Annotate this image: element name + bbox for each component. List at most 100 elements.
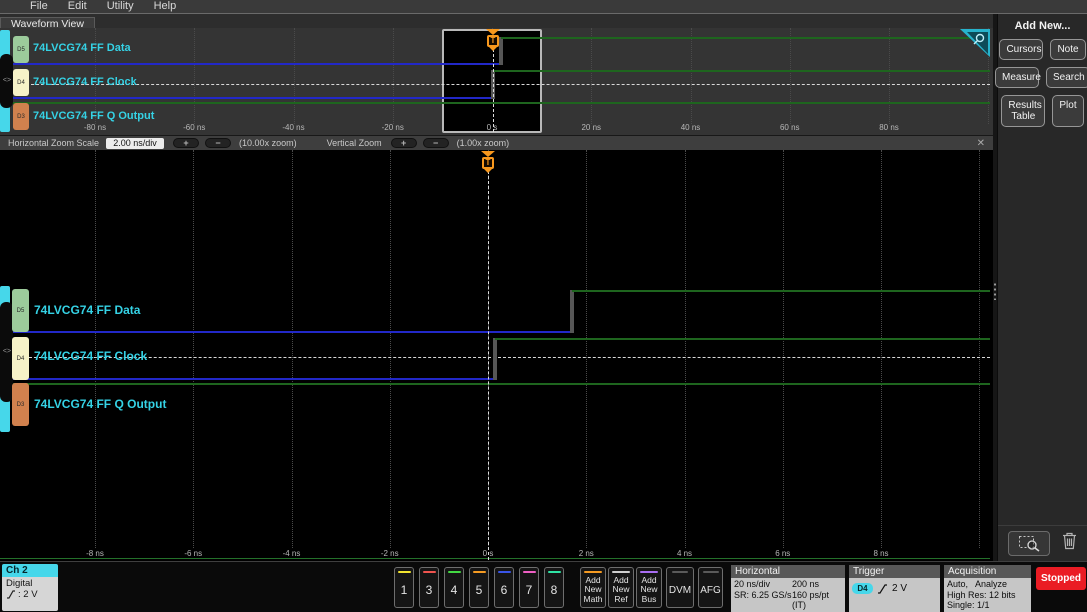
channel-badge-d4[interactable]: D4 [12, 337, 29, 380]
trigger-flag-icon: T [482, 157, 494, 169]
channel-3-button[interactable]: 3 [419, 567, 439, 608]
zoom-select-button[interactable] [1008, 531, 1050, 556]
results-table-button[interactable]: Results Table [1001, 95, 1046, 127]
grid-line [389, 150, 391, 548]
axis-tick-label: -20 ns [381, 123, 404, 132]
acquisition-panel[interactable]: Acquisition Auto, Analyze High Res: 12 b… [944, 565, 1031, 612]
add-new-buttons: Cursors Note Measure Search Results Table Plo… [995, 39, 1087, 127]
add-new-ref-button[interactable]: Add New Ref [608, 567, 634, 608]
channel-label-d3[interactable]: 74LVCG74 FF Q Output [34, 397, 166, 411]
acquisition-single: Single: 1/1 [947, 600, 990, 610]
note-button[interactable]: Note [1050, 39, 1086, 60]
horizontal-zoom-scale-value[interactable]: 2.00 ns/div [106, 137, 165, 149]
channel-label-d5[interactable]: 74LVCG74 FF Data [34, 303, 140, 317]
grid-line [889, 28, 890, 124]
menu-item-file[interactable]: File [30, 0, 48, 13]
channel-badge-d3[interactable]: D3 [12, 383, 29, 426]
panel-footer [998, 525, 1087, 559]
channel-group-handle[interactable]: <> [0, 54, 13, 108]
trigger-marker[interactable]: T [486, 29, 500, 51]
signal-line [9, 378, 496, 380]
measure-button[interactable]: Measure [995, 67, 1041, 88]
search-button[interactable]: Search [1046, 67, 1087, 88]
zoom-overlay-indicator[interactable] [960, 29, 990, 57]
add-new-panel: Add New... Cursors Note Measure Search Resul… [995, 14, 1087, 561]
add-new-button-row: Results Table Plot [998, 95, 1087, 127]
button-label: Add New Math [583, 574, 603, 604]
signal-line [492, 70, 990, 72]
channel-badge-d5[interactable]: D5 [13, 36, 29, 63]
add-new-bus-button[interactable]: Add New Bus [636, 567, 662, 608]
channel-4-button[interactable]: 4 [444, 567, 464, 608]
trash-button[interactable] [1062, 532, 1077, 555]
channel-badge-d3[interactable]: D3 [13, 103, 29, 130]
channel-badge-d4[interactable]: D4 [13, 69, 29, 96]
channel-label-d4[interactable]: 74LVCG74 FF Clock [34, 349, 147, 363]
button-label: Add New Bus [640, 574, 658, 604]
trash-icon [1063, 532, 1076, 550]
menu-item-edit[interactable]: Edit [68, 0, 87, 13]
button-label: Add New Ref [612, 574, 630, 604]
clock-threshold-dash [11, 84, 990, 85]
stopped-button[interactable]: Stopped [1036, 567, 1086, 590]
grid-line [684, 150, 686, 548]
tab-bar: Waveform View [0, 14, 993, 31]
channel-1-button[interactable]: 1 [394, 567, 414, 608]
horizontal-zoom-in-button[interactable]: + [173, 138, 200, 148]
button-label: AFG [700, 584, 721, 596]
vertical-zoom-out-button[interactable]: − [422, 138, 449, 148]
channel-5-button[interactable]: 5 [469, 567, 489, 608]
acquisition-mode: Auto, Analyze [947, 579, 1008, 589]
grid-line [782, 150, 784, 548]
channel-8-button[interactable]: 8 [544, 567, 564, 608]
channel-number: 7 [525, 583, 533, 597]
close-zoom-icon[interactable]: ✕ [977, 138, 985, 149]
zoom-toolbar: Horizontal Zoom Scale 2.00 ns/div + − (1… [0, 135, 993, 150]
channel-badge-d5[interactable]: D5 [12, 289, 29, 332]
waveform-overview[interactable]: -80 ns -60 ns -40 ns -20 ns 0 s 20 ns 40 ns 60 … [0, 28, 993, 135]
acquisition-panel-title: Acquisition [944, 565, 1031, 578]
trigger-panel[interactable]: Trigger D4 2 V [849, 565, 940, 612]
grid-line [392, 28, 394, 124]
add-new-math-button[interactable]: Add New Math [580, 567, 606, 608]
channel-number: 1 [400, 583, 408, 597]
signal-line [9, 383, 990, 385]
trigger-marker[interactable]: T [481, 151, 495, 173]
menu-item-help[interactable]: Help [154, 0, 177, 13]
channel-2-threshold: : 2 V [18, 589, 38, 600]
channel-6-button[interactable]: 6 [494, 567, 514, 608]
horizontal-panel[interactable]: Horizontal 20 ns/div 200 ns SR: 6.25 GS/… [731, 565, 845, 612]
horizontal-panel-title: Horizontal [731, 565, 845, 578]
trigger-panel-title: Trigger [849, 565, 940, 578]
menu-bar: File Edit Utility Help [0, 0, 1087, 14]
channel-7-button[interactable]: 7 [519, 567, 539, 608]
waveform-column: Waveform View -80 ns -60 ns -40 ns -20 ns 0 … [0, 14, 993, 561]
content-area: Waveform View -80 ns -60 ns -40 ns -20 ns 0 … [0, 14, 1087, 561]
trigger-flag-icon: T [487, 35, 499, 47]
channel-label-d4[interactable]: 74LVCG74 FF Clock [33, 76, 137, 89]
add-new-button-row: Measure Search [995, 67, 1087, 88]
grid-line [193, 150, 195, 548]
channel-2-mode: Digital [6, 578, 33, 589]
view-bottom-line [0, 558, 990, 559]
horizontal-resolution: 160 ps/pt (IT) [792, 589, 830, 611]
clock-threshold-dash [9, 357, 990, 358]
vertical-zoom-in-button[interactable]: + [390, 138, 417, 148]
menu-item-utility[interactable]: Utility [107, 0, 134, 13]
channel-2-badge[interactable]: Ch 2 Digital : 2 V [2, 564, 58, 611]
button-label: DVM [668, 584, 692, 596]
channel-label-d3[interactable]: 74LVCG74 FF Q Output [33, 110, 154, 123]
dvm-button[interactable]: DVM [666, 567, 694, 608]
horizontal-zoom-out-button[interactable]: − [205, 138, 232, 148]
grid-line [979, 150, 981, 548]
grid-line [690, 28, 692, 124]
channel-number: 3 [425, 583, 433, 597]
cursors-button[interactable]: Cursors [999, 39, 1044, 60]
afg-button[interactable]: AFG [698, 567, 723, 608]
add-new-title: Add New... [1014, 20, 1071, 32]
extra-buttons: DVM AFG [666, 567, 723, 608]
oscilloscope-app: File Edit Utility Help Waveform View -80 ns… [0, 0, 1087, 612]
waveform-main-view[interactable]: -8 ns -6 ns -4 ns -2 ns 0 s2 ns 4 ns 6 ns 8 ns <… [0, 150, 993, 561]
plot-button[interactable]: Plot [1052, 95, 1084, 127]
channel-label-d5[interactable]: 74LVCG74 FF Data [33, 42, 131, 55]
